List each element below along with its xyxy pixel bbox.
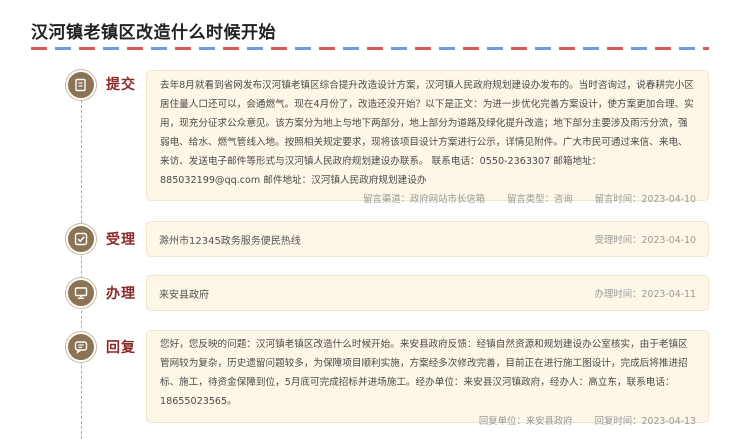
accept-card: 滁州市12345政务服务便民热线 受理时间：2023-04-10 (146, 221, 709, 257)
reply-content: 您好，您反映的问题：汉河镇老镇区改造什么时候开始。来安县政府反馈：经镇自然资源和… (160, 339, 688, 407)
reply-step-label: 回复 (106, 340, 136, 356)
handle-time: 办理时间：2023-04-11 (594, 289, 696, 300)
submit-meta: 留言渠道：政府网站市长信箱 留言类型：咨询 留言时间：2023-04-10 (160, 191, 696, 205)
submit-meta-channel: 留言渠道：政府网站市长信箱 (363, 194, 485, 205)
reply-meta-time: 回复时间：2023-04-13 (594, 416, 696, 427)
submit-card: 去年8月就看到省网发布汉河镇老镇区综合提升改造设计方案，汉河镇人民政府规划建设办… (146, 70, 709, 205)
submit-meta-type: 留言类型：咨询 (507, 194, 573, 205)
reply-card: 您好，您反映的问题：汉河镇老镇区改造什么时候开始。来安县政府反馈：经镇自然资源和… (146, 330, 709, 427)
edit-icon (75, 78, 86, 92)
submit-content: 去年8月就看到省网发布汉河镇老镇区综合提升改造设计方案，汉河镇人民政府规划建设办… (160, 80, 694, 186)
monitor-icon (74, 287, 88, 300)
accept-content: 滁州市12345政务服务便民热线 (159, 235, 301, 247)
accept-step-icon (66, 224, 96, 254)
chat-icon (74, 341, 88, 354)
handle-step-label: 办理 (106, 286, 136, 302)
accept-time: 受理时间：2023-04-10 (594, 235, 696, 246)
page-title: 汉河镇老镇区改造什么时候开始 (31, 23, 276, 43)
check-icon (74, 232, 88, 246)
submit-step-icon (66, 70, 96, 100)
reply-meta-unit: 回复单位：来安县政府 (478, 416, 573, 427)
reply-meta: 回复单位：来安县政府 回复时间：2023-04-13 (160, 413, 696, 427)
submit-meta-time: 留言时间：2023-04-10 (594, 194, 696, 205)
submit-step-label: 提交 (106, 77, 136, 93)
reply-step-icon (66, 332, 96, 362)
handle-card: 来安县政府 办理时间：2023-04-11 (146, 275, 709, 311)
accept-step-label: 受理 (106, 232, 136, 248)
timeline-line (81, 100, 82, 439)
handle-content: 来安县政府 (159, 289, 209, 301)
title-divider (31, 47, 709, 50)
handle-step-icon (66, 278, 96, 308)
